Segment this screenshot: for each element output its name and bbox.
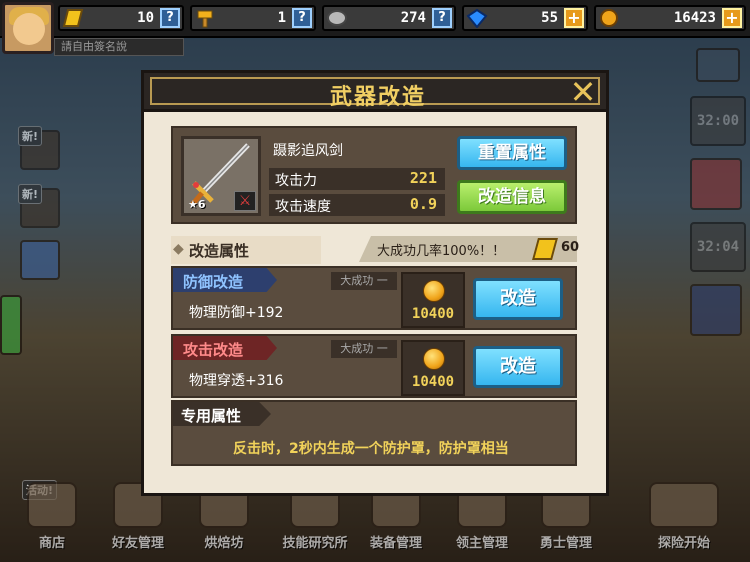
timer-2: 32:04 xyxy=(690,222,746,272)
resource-whetstone: 274 ? xyxy=(322,5,456,31)
weapon-slot[interactable]: ★6 ⚔ xyxy=(181,136,261,216)
ticket-count: 60 xyxy=(561,240,580,255)
player-avatar[interactable] xyxy=(2,2,54,54)
weapon-reform-dialog: 武器改造 ✕ ★6 ⚔ 蹑影追风剑 攻击力 221 攻击速度 0.9 重置属性 … xyxy=(141,70,609,496)
side-expand-arrow[interactable] xyxy=(0,295,22,355)
hammer-help-button[interactable]: ? xyxy=(292,8,312,28)
resource-gold-coin: 16423 + xyxy=(594,5,746,31)
resource-gold-ticket: 10 ? xyxy=(58,5,184,31)
whetstone-count: 274 xyxy=(400,10,426,26)
new-badge: 新! xyxy=(18,126,43,146)
diamond-count: 55 xyxy=(541,10,558,26)
buy-diamond-button[interactable]: + xyxy=(564,8,584,28)
gold-ticket-icon xyxy=(62,9,84,27)
dock-skill-lab-label: 技能研究所 xyxy=(282,536,348,551)
exclusive-attribute-panel: 专用属性 反击时，2秒内生成一个防护罩，防护罩相当 xyxy=(171,400,577,466)
reform-row-defense: 防御改造 大成功 一 物理防御+192 10400 改造 xyxy=(171,266,577,330)
great-success-indicator: 大成功 一 xyxy=(331,272,397,290)
defense-reform-label: 防御改造 xyxy=(183,273,244,291)
hammer-icon xyxy=(197,10,213,28)
dialog-header: 武器改造 ✕ xyxy=(141,70,609,112)
dock-warriors-label: 勇士管理 xyxy=(539,536,592,551)
dock-lord-label: 领主管理 xyxy=(455,536,508,551)
stat-attack: 攻击力 221 xyxy=(269,168,445,190)
reform-row-attack: 攻击改造 大成功 一 物理穿透+316 10400 改造 xyxy=(171,334,577,398)
whetstone-icon xyxy=(327,10,347,26)
attack-reform-label: 攻击改造 xyxy=(183,341,244,359)
adventure-icon xyxy=(649,482,719,528)
reform-attack-button[interactable]: 改造 xyxy=(473,346,563,388)
resource-diamond: 55 + xyxy=(462,5,588,31)
exclusive-title: 专用属性 xyxy=(181,407,242,425)
dock-friends-label: 好友管理 xyxy=(111,536,164,551)
attack-cost-value: 10400 xyxy=(411,374,455,390)
resource-bar: 10 ? 1 ? 274 ? 55 + 16423 + xyxy=(0,0,750,54)
reform-section-header: ◆ 改造属性 大成功几率100%！！ 60 xyxy=(171,236,580,264)
hammer-count: 1 xyxy=(277,10,286,26)
dock-equipment-label: 装备管理 xyxy=(369,536,422,551)
reform-defense-button[interactable]: 改造 xyxy=(473,278,563,320)
stat-speed-label: 攻击速度 xyxy=(275,199,331,215)
great-success-chance: 大成功几率100%！！ xyxy=(377,244,506,259)
stat-attack-speed: 攻击速度 0.9 xyxy=(269,194,445,216)
attack-reform-desc: 物理穿透+316 xyxy=(189,373,284,389)
shop-icon xyxy=(27,482,77,528)
stat-attack-value: 221 xyxy=(409,169,437,187)
signature-field[interactable]: 請自由簽名說 xyxy=(54,38,184,56)
defense-reform-desc: 物理防御+192 xyxy=(189,305,284,321)
buy-gold-button[interactable]: + xyxy=(722,8,742,28)
exclusive-desc: 反击时，2秒内生成一个防护罩，防护罩相当 xyxy=(233,441,509,457)
gold-ticket-count: 10 xyxy=(137,10,154,26)
gold-ticket-help-button[interactable]: ? xyxy=(160,8,180,28)
reset-attributes-button[interactable]: 重置属性 xyxy=(457,136,567,170)
dialog-title: 武器改造 xyxy=(329,85,426,110)
attack-cost: 10400 xyxy=(401,340,465,396)
defense-cost-value: 10400 xyxy=(411,306,455,322)
side-mail-button[interactable]: 新! xyxy=(18,184,60,228)
dock-shop[interactable]: 商店 xyxy=(12,480,92,562)
attack-reform-tag: 攻击改造 xyxy=(173,336,277,360)
reform-info-button[interactable]: 改造信息 xyxy=(457,180,567,214)
dock-bakery-label: 烘焙坊 xyxy=(204,536,244,551)
whetstone-help-button[interactable]: ? xyxy=(432,8,452,28)
defense-reform-tag: 防御改造 xyxy=(173,268,277,292)
trophy-button[interactable] xyxy=(690,284,742,336)
close-icon[interactable]: ✕ xyxy=(566,76,600,109)
avatar-face xyxy=(13,13,45,45)
dock-adventure-start[interactable]: 探险开始 xyxy=(634,480,734,562)
section-title: 改造属性 xyxy=(189,242,250,260)
dock-shop-label: 商店 xyxy=(38,536,65,551)
timer-1: 32:00 xyxy=(690,96,746,146)
side-quest-button[interactable]: 新! xyxy=(18,126,60,170)
stat-attack-label: 攻击力 xyxy=(275,173,317,189)
side-social-button[interactable] xyxy=(20,240,60,280)
exclusive-tag: 专用属性 xyxy=(173,402,271,426)
great-success-indicator-2: 大成功 一 xyxy=(331,340,397,358)
chat-button[interactable] xyxy=(696,48,740,82)
gold-coin-icon-2 xyxy=(423,348,445,370)
new-badge-2: 新! xyxy=(18,184,43,204)
hero-portrait-button[interactable] xyxy=(690,158,742,210)
weapon-name: 蹑影追风剑 xyxy=(273,143,343,159)
defense-cost: 10400 xyxy=(401,272,465,328)
weapon-card: ★6 ⚔ 蹑影追风剑 攻击力 221 攻击速度 0.9 重置属性 改造信息 xyxy=(171,126,577,224)
sword-type-icon: ⚔ xyxy=(234,191,256,211)
gold-coin-icon xyxy=(600,9,618,27)
gold-coin-icon xyxy=(423,280,445,302)
resource-hammer: 1 ? xyxy=(190,5,316,31)
chevron-right-icon: ◆ xyxy=(173,241,184,257)
dock-adventure-label: 探险开始 xyxy=(657,536,710,551)
stat-speed-value: 0.9 xyxy=(409,195,437,213)
weapon-stars: ★6 xyxy=(188,198,206,211)
gold-coin-count: 16423 xyxy=(673,10,716,26)
diamond-icon xyxy=(466,8,488,28)
